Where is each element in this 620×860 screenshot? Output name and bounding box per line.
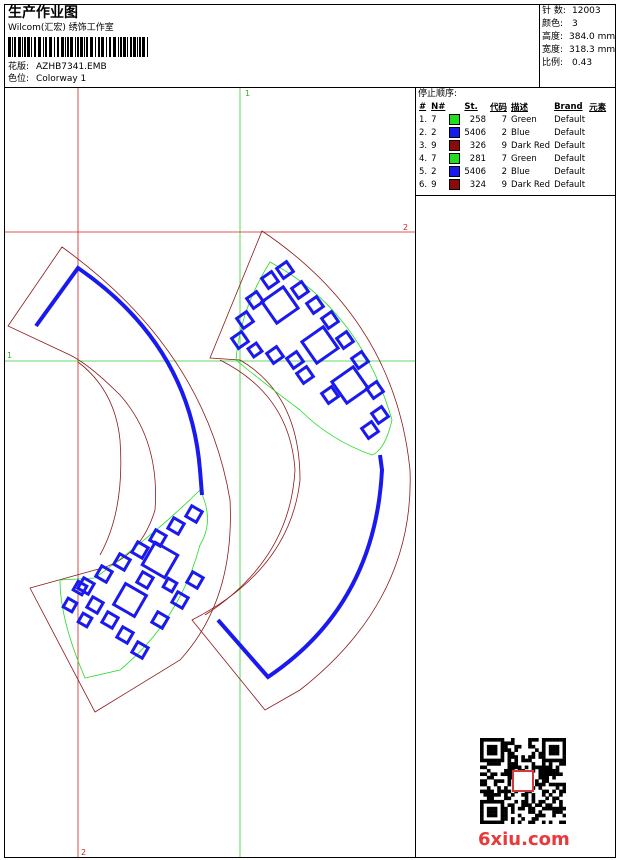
right-piece-outline	[191, 230, 411, 711]
guide-label-v-red: 2	[81, 848, 86, 857]
qr-code-icon	[480, 738, 566, 824]
guide-label-v-green: 1	[245, 89, 250, 98]
left-piece-stitch-line	[34, 265, 204, 496]
right-piece-stitch-line	[216, 454, 385, 680]
design-canvas: 1 2 1 2	[5, 88, 415, 857]
guide-label-h-red: 2	[403, 223, 408, 232]
right-piece-inner-line	[204, 359, 296, 616]
right-lattice-motif	[229, 259, 391, 441]
guide-label-h-green: 1	[7, 351, 12, 360]
left-piece-inner-line	[77, 361, 122, 556]
left-lattice-motif	[61, 503, 206, 661]
watermark-text: 6xiu.com	[478, 829, 570, 850]
